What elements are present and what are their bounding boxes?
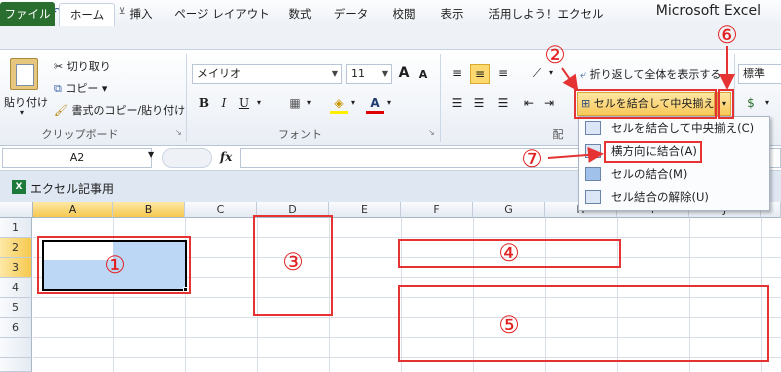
- callout-arrows: [547, 46, 735, 163]
- arrow-2: [561, 67, 579, 92]
- arrow-7: [547, 146, 604, 163]
